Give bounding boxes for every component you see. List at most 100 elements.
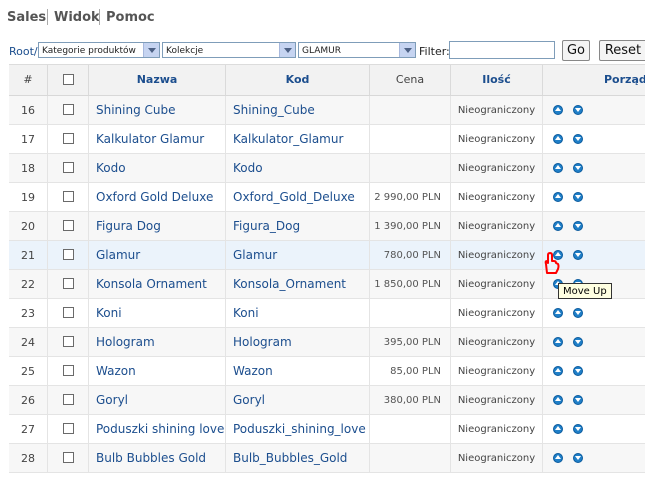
arrow-up-circle-icon[interactable] <box>553 337 563 347</box>
row-checkbox[interactable] <box>63 104 74 115</box>
product-code-link[interactable]: Kodo <box>226 154 370 183</box>
menu-pomoc[interactable]: Pomoc <box>106 10 155 25</box>
product-name-link[interactable]: Wazon <box>89 357 226 386</box>
row-select[interactable] <box>48 96 89 125</box>
go-button[interactable]: Go <box>562 40 590 61</box>
filter-input[interactable] <box>449 41 555 59</box>
row-select[interactable] <box>48 125 89 154</box>
header-select-all[interactable] <box>48 65 89 95</box>
product-code-link[interactable]: Bulb_Bubbles_Gold <box>226 444 370 473</box>
table-row[interactable]: 25 Wazon Wazon 85,00 PLN Nieograniczony <box>9 357 645 386</box>
row-checkbox[interactable] <box>63 162 74 173</box>
arrow-up-circle-icon[interactable] <box>553 308 563 318</box>
product-name-link[interactable]: Koni <box>89 299 226 328</box>
row-select[interactable] <box>48 183 89 212</box>
arrow-up-circle-icon[interactable] <box>553 134 563 144</box>
row-checkbox[interactable] <box>63 249 74 260</box>
row-select[interactable] <box>48 241 89 270</box>
row-select[interactable] <box>48 299 89 328</box>
row-select[interactable] <box>48 328 89 357</box>
row-checkbox[interactable] <box>63 452 74 463</box>
arrow-down-circle-icon[interactable] <box>573 453 583 463</box>
table-row[interactable]: 16 Shining Cube Shining_Cube Nieograniczony <box>9 96 645 125</box>
arrow-down-circle-icon[interactable] <box>573 308 583 318</box>
product-name-link[interactable]: Kalkulator Glamur <box>89 125 226 154</box>
header-order[interactable]: Porządek <box>543 65 645 95</box>
arrow-down-circle-icon[interactable] <box>573 395 583 405</box>
table-row[interactable]: 23 Koni Koni Nieograniczony <box>9 299 645 328</box>
arrow-up-circle-icon[interactable] <box>553 395 563 405</box>
arrow-up-circle-icon[interactable] <box>553 105 563 115</box>
product-name-link[interactable]: Figura Dog <box>89 212 226 241</box>
arrow-down-circle-icon[interactable] <box>573 366 583 376</box>
table-row[interactable]: 28 Bulb Bubbles Gold Bulb_Bubbles_Gold Nieo… <box>9 444 645 473</box>
product-name-link[interactable]: Shining Cube <box>89 96 226 125</box>
menu-widok[interactable]: Widok <box>54 10 100 25</box>
table-row[interactable]: 26 Goryl Goryl 380,00 PLN Nieograniczony <box>9 386 645 415</box>
row-checkbox[interactable] <box>63 336 74 347</box>
collection-select[interactable]: Kolekcje <box>162 42 296 58</box>
breadcrumb-root[interactable]: Root/ <box>9 45 38 58</box>
product-name-link[interactable]: Goryl <box>89 386 226 415</box>
product-name-link[interactable]: Kodo <box>89 154 226 183</box>
category-select[interactable]: Kategorie produktów <box>38 42 160 58</box>
table-row[interactable]: 18 Kodo Kodo Nieograniczony <box>9 154 645 183</box>
row-checkbox[interactable] <box>63 365 74 376</box>
row-checkbox[interactable] <box>63 133 74 144</box>
product-code-link[interactable]: Poduszki_shining_love <box>226 415 370 444</box>
table-row[interactable]: 24 Hologram Hologram 395,00 PLN Nieograniczo… <box>9 328 645 357</box>
header-price[interactable]: Cena <box>370 65 451 95</box>
subcollection-select[interactable]: GLAMUR <box>298 42 416 58</box>
arrow-up-circle-icon[interactable] <box>553 366 563 376</box>
arrow-down-circle-icon[interactable] <box>573 192 583 202</box>
row-select[interactable] <box>48 212 89 241</box>
product-code-link[interactable]: Wazon <box>226 357 370 386</box>
header-name[interactable]: Nazwa <box>89 65 226 95</box>
product-name-link[interactable]: Hologram <box>89 328 226 357</box>
arrow-down-circle-icon[interactable] <box>573 163 583 173</box>
row-checkbox[interactable] <box>63 220 74 231</box>
arrow-up-circle-icon[interactable] <box>553 192 563 202</box>
product-code-link[interactable]: Kalkulator_Glamur <box>226 125 370 154</box>
reset-button[interactable]: Reset <box>599 40 645 61</box>
row-checkbox[interactable] <box>63 278 74 289</box>
product-name-link[interactable]: Glamur <box>89 241 226 270</box>
row-select[interactable] <box>48 415 89 444</box>
menu-sales[interactable]: Sales <box>7 10 46 25</box>
row-select[interactable] <box>48 154 89 183</box>
arrow-up-circle-icon[interactable] <box>553 424 563 434</box>
arrow-up-circle-icon[interactable] <box>553 221 563 231</box>
product-code-link[interactable]: Goryl <box>226 386 370 415</box>
product-code-link[interactable]: Shining_Cube <box>226 96 370 125</box>
product-code-link[interactable]: Konsola_Ornament <box>226 270 370 299</box>
table-row[interactable]: 20 Figura Dog Figura_Dog 1 390,00 PLN Nieogr… <box>9 212 645 241</box>
table-row[interactable]: 17 Kalkulator Glamur Kalkulator_Glamur Nieo… <box>9 125 645 154</box>
arrow-down-circle-icon[interactable] <box>573 337 583 347</box>
header-code[interactable]: Kod <box>226 65 370 95</box>
table-row[interactable]: 22 Konsola Ornament Konsola_Ornament 1 850,… <box>9 270 645 299</box>
product-code-link[interactable]: Hologram <box>226 328 370 357</box>
row-select[interactable] <box>48 444 89 473</box>
arrow-up-circle-icon[interactable] <box>553 163 563 173</box>
product-name-link[interactable]: Bulb Bubbles Gold <box>89 444 226 473</box>
arrow-down-circle-icon[interactable] <box>573 134 583 144</box>
row-select[interactable] <box>48 386 89 415</box>
product-code-link[interactable]: Figura_Dog <box>226 212 370 241</box>
product-name-link[interactable]: Oxford Gold Deluxe <box>89 183 226 212</box>
arrow-down-circle-icon[interactable] <box>573 424 583 434</box>
arrow-down-circle-icon[interactable] <box>573 221 583 231</box>
product-name-link[interactable]: Poduszki shining love <box>89 415 226 444</box>
product-code-link[interactable]: Glamur <box>226 241 370 270</box>
arrow-up-circle-icon[interactable] <box>553 453 563 463</box>
row-select[interactable] <box>48 357 89 386</box>
row-checkbox[interactable] <box>63 394 74 405</box>
product-code-link[interactable]: Oxford_Gold_Deluxe <box>226 183 370 212</box>
row-checkbox[interactable] <box>63 307 74 318</box>
product-code-link[interactable]: Koni <box>226 299 370 328</box>
table-row[interactable]: 19 Oxford Gold Deluxe Oxford_Gold_Deluxe 2 … <box>9 183 645 212</box>
arrow-down-circle-icon[interactable] <box>573 105 583 115</box>
product-name-link[interactable]: Konsola Ornament <box>89 270 226 299</box>
row-select[interactable] <box>48 270 89 299</box>
arrow-down-circle-icon[interactable] <box>573 250 583 260</box>
row-checkbox[interactable] <box>63 423 74 434</box>
